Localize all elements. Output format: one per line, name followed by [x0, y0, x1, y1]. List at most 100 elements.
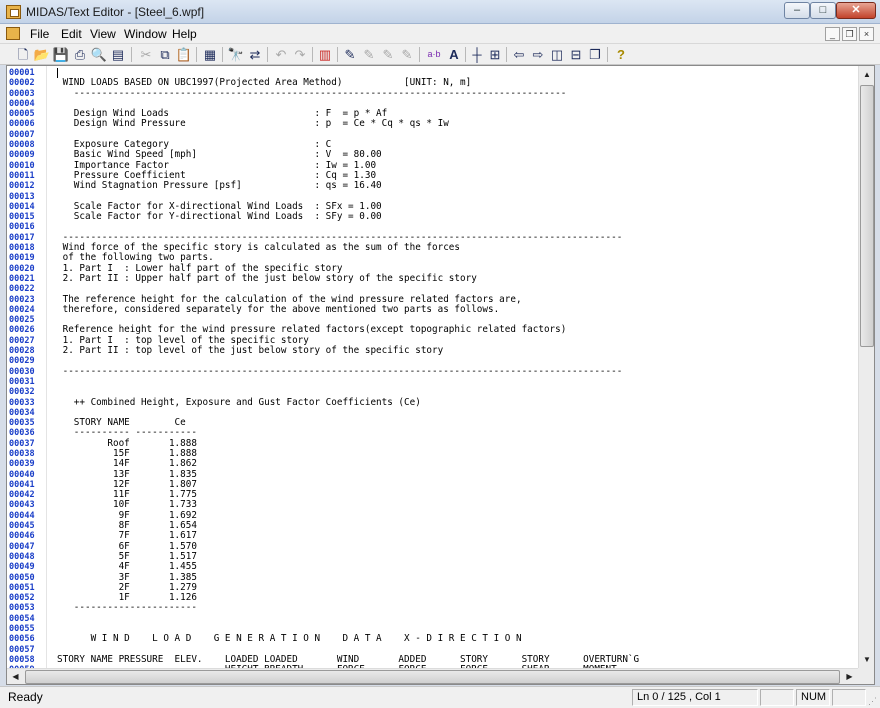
- line-number: 00037: [9, 438, 35, 449]
- line-number: 00010: [9, 160, 35, 171]
- text-line[interactable]: Scale Factor for Y-directional Wind Load…: [57, 211, 857, 222]
- line-number: 00032: [9, 387, 35, 398]
- marker-prev-icon[interactable]: ✎: [379, 46, 397, 63]
- crosshair-icon[interactable]: ┼: [468, 46, 486, 63]
- line-number: 00052: [9, 593, 35, 604]
- text-line[interactable]: 2. Part II : Upper half part of the just…: [57, 273, 857, 284]
- line-number: 00011: [9, 170, 35, 181]
- resize-grip-icon[interactable]: ⋰: [868, 696, 878, 706]
- menu-edit[interactable]: Edit: [61, 27, 82, 41]
- case-convert-icon[interactable]: a·b: [424, 46, 444, 63]
- page-setup-icon[interactable]: ▤: [109, 46, 127, 63]
- text-line[interactable]: [57, 377, 857, 387]
- line-number: 00047: [9, 541, 35, 552]
- menu-window[interactable]: Window: [124, 27, 167, 41]
- forward-icon[interactable]: ⇨: [529, 46, 547, 63]
- line-number: 00044: [9, 510, 35, 521]
- print-preview-icon[interactable]: 🔍: [90, 46, 108, 63]
- scroll-right-arrow-icon[interactable]: ▶: [841, 669, 858, 684]
- menu-file[interactable]: File: [30, 27, 49, 41]
- doc-close-button[interactable]: ×: [859, 27, 874, 41]
- line-number: 00055: [9, 624, 35, 635]
- doc-restore-button[interactable]: ❐: [842, 27, 857, 41]
- menu-view[interactable]: View: [90, 27, 116, 41]
- toolbar-separator: [337, 47, 338, 62]
- cursor-position: Ln 0 / 125 , Col 1: [632, 689, 758, 706]
- text-line[interactable]: [57, 387, 857, 397]
- text-line[interactable]: ++ Combined Height, Exposure and Gust Fa…: [57, 397, 857, 408]
- help-icon[interactable]: ?: [612, 46, 630, 63]
- save-icon[interactable]: 💾: [52, 46, 70, 63]
- scroll-up-arrow-icon[interactable]: ▲: [859, 66, 874, 83]
- marker-next-icon[interactable]: ✎: [360, 46, 378, 63]
- toolbar-separator: [465, 47, 466, 62]
- line-number: 00014: [9, 201, 35, 212]
- line-number: 00035: [9, 418, 35, 429]
- text-line[interactable]: 4F 1.455: [57, 561, 857, 572]
- tile-horizontal-icon[interactable]: ⊟: [567, 46, 585, 63]
- horizontal-scroll-thumb[interactable]: [25, 670, 840, 684]
- horizontal-scrollbar[interactable]: ◀ ▶: [7, 668, 858, 684]
- undo-icon[interactable]: ↶: [272, 46, 290, 63]
- text-line[interactable]: 2. Part II : top level of the just below…: [57, 345, 857, 356]
- text-line[interactable]: [57, 614, 857, 624]
- redo-icon[interactable]: ↷: [291, 46, 309, 63]
- document-text[interactable]: WIND LOADS BASED ON UBC1997(Projected Ar…: [57, 68, 857, 676]
- line-number: 00051: [9, 582, 35, 593]
- cut-icon[interactable]: ✂: [137, 46, 155, 63]
- line-number: 00021: [9, 273, 35, 284]
- vertical-scroll-thumb[interactable]: [860, 85, 874, 347]
- copy-icon[interactable]: ⧉: [156, 46, 174, 63]
- line-number: 00013: [9, 191, 35, 202]
- text-line[interactable]: [57, 284, 857, 294]
- toolbar-separator: [312, 47, 313, 62]
- scroll-down-arrow-icon[interactable]: ▼: [859, 651, 874, 668]
- text-line[interactable]: ----------------------------------------…: [57, 366, 857, 377]
- font-icon[interactable]: A: [445, 46, 463, 63]
- line-number: 00041: [9, 479, 35, 490]
- midas-app-icon[interactable]: [6, 5, 21, 19]
- line-number: 00030: [9, 366, 35, 377]
- find-icon[interactable]: 🔭: [227, 46, 245, 63]
- text-line[interactable]: Wind Stagnation Pressure [psf] : qs = 16…: [57, 180, 857, 191]
- line-number: 00008: [9, 140, 35, 151]
- maximize-button[interactable]: □: [810, 2, 836, 19]
- minimize-button[interactable]: –: [784, 2, 810, 19]
- marker-icon[interactable]: ✎: [341, 46, 359, 63]
- text-line[interactable]: ----------------------: [57, 603, 857, 614]
- replace-icon[interactable]: ⇄: [246, 46, 264, 63]
- line-number: 00048: [9, 551, 35, 562]
- paste-icon[interactable]: 📋: [175, 46, 193, 63]
- line-number: 00024: [9, 304, 35, 315]
- scrollbar-corner: [858, 668, 874, 684]
- line-number: 00045: [9, 521, 35, 532]
- text-line[interactable]: W I N D L O A D G E N E R A T I O N D A …: [57, 634, 857, 645]
- fit-window-icon[interactable]: ⊞: [486, 46, 504, 63]
- marker-clear-icon[interactable]: ✎: [398, 46, 416, 63]
- table-icon[interactable]: ▥: [316, 46, 334, 63]
- line-numbers: 00001 00002 00003 00004 00005 00006 00007 00008…: [9, 68, 35, 676]
- open-folder-icon[interactable]: 📂: [33, 46, 51, 63]
- new-file-icon[interactable]: 🗋: [14, 46, 32, 63]
- line-number: 00022: [9, 284, 35, 295]
- doc-minimize-button[interactable]: _: [825, 27, 840, 41]
- text-line[interactable]: Design Wind Pressure : p = Ce * Cq * qs …: [57, 119, 857, 130]
- cascade-icon[interactable]: ❐: [586, 46, 604, 63]
- menu-help[interactable]: Help: [172, 27, 197, 41]
- vertical-scrollbar[interactable]: ▲ ▼: [858, 66, 874, 668]
- line-number: 00015: [9, 212, 35, 223]
- line-number: 00057: [9, 644, 35, 655]
- column-mode-icon[interactable]: ▦: [201, 46, 219, 63]
- document-icon[interactable]: [6, 27, 20, 40]
- text-line[interactable]: therefore, considered separately for the…: [57, 304, 857, 315]
- text-editor[interactable]: 00001 00002 00003 00004 00005 00006 00007 00008…: [6, 65, 875, 685]
- line-number: 00005: [9, 109, 35, 120]
- scroll-left-arrow-icon[interactable]: ◀: [7, 669, 24, 684]
- back-icon[interactable]: ⇦: [510, 46, 528, 63]
- tile-vertical-icon[interactable]: ◫: [548, 46, 566, 63]
- close-button[interactable]: ✕: [836, 2, 876, 19]
- line-number: 00049: [9, 562, 35, 573]
- text-line[interactable]: ----------------------------------------…: [57, 88, 857, 99]
- print-icon[interactable]: ⎙: [71, 46, 89, 63]
- line-number: 00028: [9, 346, 35, 357]
